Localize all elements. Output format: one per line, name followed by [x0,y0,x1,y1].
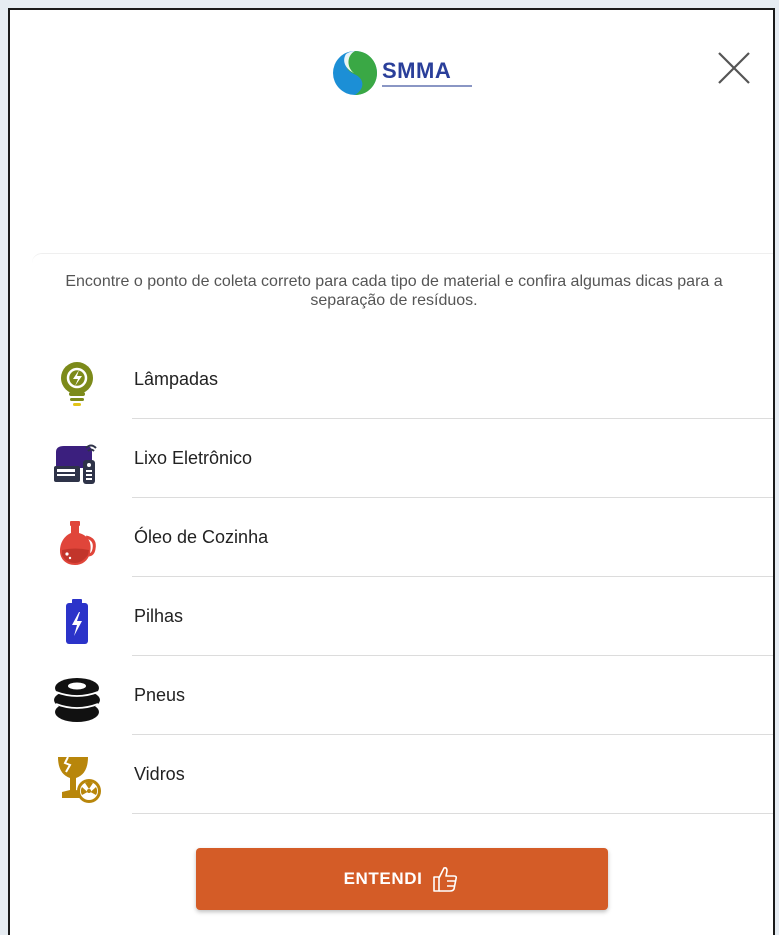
materials-list: Lâmpadas Lixo Eletrônico Óleo de Cozinha… [48,340,773,814]
thumbs-up-icon [433,867,458,892]
entendi-button-label: ENTENDI [343,869,423,888]
intro-text: Encontre o ponto de coleta correto para … [65,273,723,309]
material-label: Óleo de Cozinha [134,527,269,547]
light-bulb-icon [52,359,102,409]
smma-logo: SMMA [332,50,472,96]
logo-subtitle [382,84,472,87]
electronics-icon [52,438,102,488]
divider [132,813,773,814]
material-label: Vidros [134,764,185,784]
battery-icon [52,596,102,646]
entendi-button[interactable]: ENTENDI [196,848,608,910]
material-item-oleo-de-cozinha[interactable]: Óleo de Cozinha [48,498,773,577]
material-label: Pneus [134,685,186,705]
material-item-pneus[interactable]: Pneus [48,656,773,735]
material-label: Pilhas [134,606,184,626]
logo-name: SMMA [382,57,452,83]
broken-glass-icon [52,754,102,804]
material-info-dialog: SMMA Encontre o ponto de coleta correto … [8,8,775,935]
tire-icon [52,675,102,725]
close-button[interactable] [716,50,752,86]
material-item-lixo-eletronico[interactable]: Lixo Eletrônico [48,419,773,498]
oil-jug-icon [52,517,102,567]
material-item-vidros[interactable]: Vidros [48,735,773,814]
material-label: Lâmpadas [134,369,219,389]
smma-logo-icon [333,51,377,95]
close-icon [718,52,750,84]
material-item-pilhas[interactable]: Pilhas [48,577,773,656]
material-item-lampadas[interactable]: Lâmpadas [48,340,773,419]
material-label: Lixo Eletrônico [134,448,253,468]
